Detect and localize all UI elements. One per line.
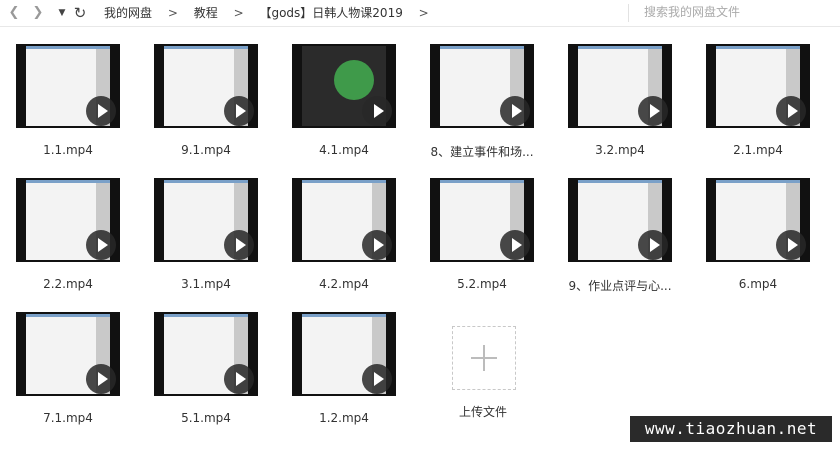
breadcrumb-item-course[interactable]: 【gods】日韩人物课2019 [259,6,402,20]
file-item[interactable]: 9.1.mp4 [138,44,258,166]
upload-label: 上传文件 [458,405,507,419]
file-name[interactable]: 5.1.mp4 [138,411,274,425]
file-item[interactable]: 3.2.mp4 [552,44,672,166]
play-icon[interactable] [86,96,116,126]
file-item[interactable]: 2.1.mp4 [690,44,810,166]
video-thumbnail[interactable] [706,44,810,128]
play-icon[interactable] [224,96,254,126]
file-item[interactable]: 5.2.mp4 [414,178,534,300]
play-icon[interactable] [86,230,116,260]
back-icon[interactable]: ❮ [4,3,24,23]
toolbar-divider [628,4,629,22]
breadcrumb-item-tutorial[interactable]: 教程 [194,6,218,20]
file-name[interactable]: 7.1.mp4 [0,411,136,425]
file-item[interactable]: 2.2.mp4 [0,178,120,300]
thumbnail-toolbar [164,46,248,49]
video-thumbnail[interactable] [16,44,120,128]
file-item[interactable]: 8、建立事件和场... [414,44,534,166]
file-name[interactable]: 3.2.mp4 [552,143,688,157]
file-name[interactable]: 4.2.mp4 [276,277,412,291]
thumbnail-toolbar [26,180,110,183]
caret-down-icon[interactable]: ▼ [52,3,72,23]
file-name[interactable]: 1.2.mp4 [276,411,412,425]
file-item[interactable]: 5.1.mp4 [138,312,258,434]
file-name[interactable]: 1.1.mp4 [0,143,136,157]
forward-icon[interactable]: ❯ [28,3,48,23]
video-thumbnail[interactable] [706,178,810,262]
file-name[interactable]: 5.2.mp4 [414,277,550,291]
play-icon[interactable] [776,230,806,260]
video-thumbnail[interactable] [154,312,258,396]
file-item[interactable]: 7.1.mp4 [0,312,120,434]
file-item[interactable]: 3.1.mp4 [138,178,258,300]
file-item[interactable]: 1.2.mp4 [276,312,396,434]
video-thumbnail[interactable] [292,44,396,128]
file-name[interactable]: 8、建立事件和场... [414,143,550,160]
video-thumbnail[interactable] [16,178,120,262]
play-icon[interactable] [776,96,806,126]
thumbnail-toolbar [440,180,524,183]
thumbnail-toolbar [26,314,110,317]
file-name[interactable]: 4.1.mp4 [276,143,412,157]
play-icon[interactable] [86,364,116,394]
file-name[interactable]: 3.1.mp4 [138,277,274,291]
watermark: www.tiaozhuan.net [630,416,832,442]
video-thumbnail[interactable] [568,44,672,128]
file-name[interactable]: 2.2.mp4 [0,277,136,291]
play-icon[interactable] [224,230,254,260]
breadcrumb-separator: > [418,6,429,20]
thumbnail-toolbar [716,46,800,49]
video-thumbnail[interactable] [154,44,258,128]
file-item[interactable]: 4.2.mp4 [276,178,396,300]
thumbnail-toolbar [164,314,248,317]
file-name[interactable]: 9.1.mp4 [138,143,274,157]
thumbnail-toolbar [578,180,662,183]
breadcrumb: 我的网盘 > 教程 > 【gods】日韩人物课2019 > [104,0,441,26]
thumbnail-toolbar [164,180,248,183]
thumbnail-toolbar [440,46,524,49]
file-name[interactable]: 6.mp4 [690,277,826,291]
plus-icon [483,345,485,371]
play-icon[interactable] [362,96,392,126]
video-thumbnail[interactable] [292,312,396,396]
play-icon[interactable] [500,230,530,260]
file-name[interactable]: 9、作业点评与心... [552,277,688,294]
search-input[interactable]: 搜索我的网盘文件 [636,2,840,22]
play-icon[interactable] [638,230,668,260]
video-thumbnail[interactable] [430,178,534,262]
thumbnail-toolbar [302,180,386,183]
play-icon[interactable] [500,96,530,126]
thumbnail-toolbar [302,314,386,317]
breadcrumb-separator: > [167,6,178,20]
breadcrumb-item-root[interactable]: 我的网盘 [104,6,152,20]
play-icon[interactable] [362,364,392,394]
play-icon[interactable] [362,230,392,260]
file-item[interactable]: 4.1.mp4 [276,44,396,166]
thumbnail-toolbar [26,46,110,49]
play-icon[interactable] [638,96,668,126]
video-thumbnail[interactable] [292,178,396,262]
microphone-icon [334,60,374,100]
refresh-icon[interactable]: ↻ [70,3,90,23]
video-thumbnail[interactable] [154,178,258,262]
file-name[interactable]: 2.1.mp4 [690,143,826,157]
thumbnail-toolbar [716,180,800,183]
upload-button[interactable] [452,326,516,390]
play-icon[interactable] [224,364,254,394]
file-item[interactable]: 1.1.mp4 [0,44,120,166]
video-thumbnail[interactable] [568,178,672,262]
video-thumbnail[interactable] [16,312,120,396]
file-item[interactable]: 9、作业点评与心... [552,178,672,300]
video-thumbnail[interactable] [430,44,534,128]
breadcrumb-separator: > [233,6,244,20]
toolbar: ❮ ❯ ▼ ↻ 我的网盘 > 教程 > 【gods】日韩人物课2019 > 搜索… [0,0,840,27]
thumbnail-toolbar [578,46,662,49]
file-item[interactable]: 6.mp4 [690,178,810,300]
